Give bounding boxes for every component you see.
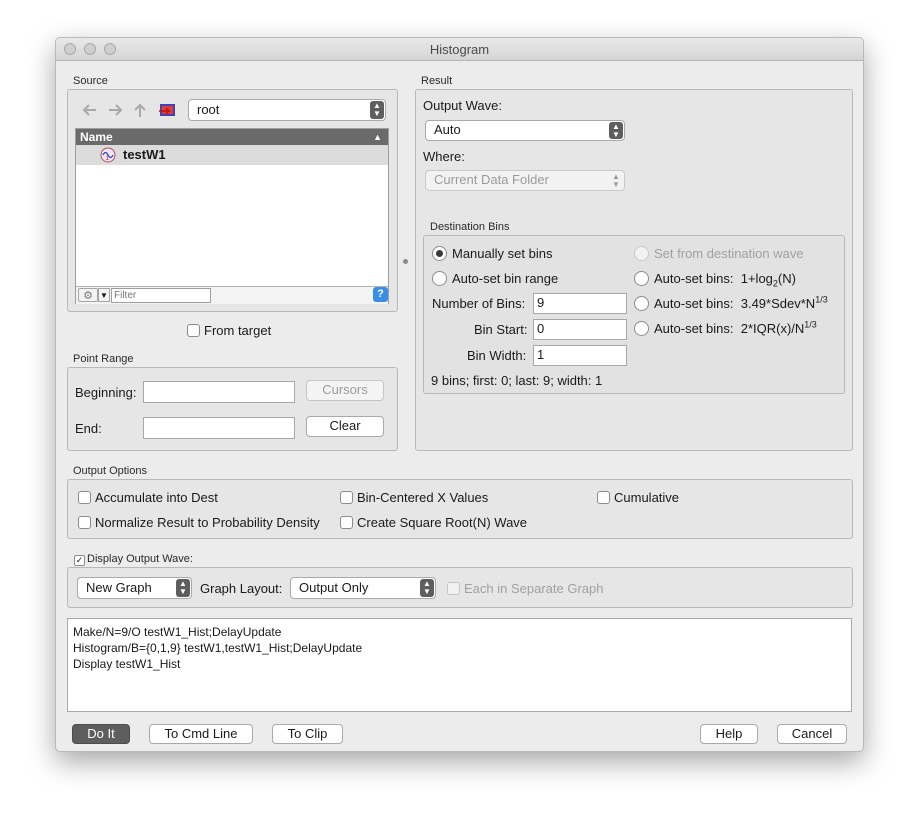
up-arrow-icon[interactable] (132, 101, 148, 119)
accumulate-label: Accumulate into Dest (95, 490, 218, 505)
auto-bins-iqr-radio[interactable] (634, 321, 649, 336)
cursors-button[interactable]: Cursors (306, 380, 384, 401)
where-value: Current Data Folder (434, 172, 549, 187)
gear-icon[interactable]: ⚙ (78, 288, 98, 302)
end-field[interactable] (143, 417, 295, 439)
command-line: Make/N=9/O testW1_Hist;DelayUpdate (73, 625, 282, 639)
manual-bins-label: Manually set bins (452, 246, 553, 261)
auto-bins-log-label: Auto-set bins: 1+log2(N) (654, 271, 796, 289)
from-dest-label: Set from destination wave (654, 246, 804, 261)
auto-bins-sdev-label: Auto-set bins: 3.49*Sdev*N1/3 (654, 294, 828, 311)
cancel-button[interactable]: Cancel (777, 724, 847, 744)
to-clip-button[interactable]: To Clip (272, 724, 343, 744)
output-options-label: Output Options (73, 465, 147, 477)
manual-bins-radio[interactable] (432, 246, 447, 261)
cumulative-label: Cumulative (614, 490, 680, 505)
auto-range-radio[interactable] (432, 271, 447, 286)
popup-stepper-icon: ▲ ▼ (609, 122, 623, 139)
output-wave-value: Auto (434, 122, 461, 137)
auto-bins-sdev-radio[interactable] (634, 296, 649, 311)
popup-stepper-icon: ▲ ▼ (370, 101, 384, 119)
bins-summary: 9 bins; first: 0; last: 9; width: 1 (431, 373, 603, 388)
graph-layout-value: Output Only (299, 580, 369, 595)
splitter-handle[interactable] (403, 259, 408, 264)
list-item-name: testW1 (123, 147, 166, 162)
folder-popup[interactable]: root ▲ ▼ (188, 99, 386, 121)
list-item[interactable]: 1 testW1 (76, 145, 388, 165)
from-dest-radio[interactable] (634, 246, 649, 261)
window-title: Histogram (429, 42, 490, 57)
popup-stepper-icon: ▲ ▼ (612, 171, 620, 189)
graph-popup[interactable]: New Graph ▲ ▼ (77, 577, 192, 599)
command-line: Histogram/B={0,1,9} testW1,testW1_Hist;D… (73, 641, 363, 655)
back-arrow-icon[interactable] (80, 102, 100, 118)
popup-stepper-icon: ▲ ▼ (420, 579, 434, 597)
auto-bins-log-radio[interactable] (634, 271, 649, 286)
end-label: End: (75, 421, 102, 436)
forward-arrow-icon[interactable] (106, 102, 126, 118)
result-group: Output Wave: Auto ▲ ▼ Where: Current Data… (415, 89, 853, 451)
bin-centered-checkbox[interactable] (340, 491, 353, 504)
point-range-group-label: Point Range (73, 353, 134, 365)
display-output-group: New Graph ▲ ▼ Graph Layout: Output Only ▲… (67, 567, 853, 608)
separate-graph-checkbox[interactable] (447, 582, 460, 595)
to-cmd-line-button[interactable]: To Cmd Line (149, 724, 253, 744)
display-output-label: Display Output Wave: (87, 553, 193, 565)
graph-layout-popup[interactable]: Output Only ▲ ▼ (290, 577, 436, 599)
output-options-group: Accumulate into Dest Bin-Centered X Valu… (67, 479, 853, 539)
normalize-checkbox[interactable] (78, 516, 91, 529)
sort-up-icon: ▲ (373, 132, 382, 142)
command-text-area[interactable]: Make/N=9/O testW1_Hist;DelayUpdate Histo… (67, 618, 852, 712)
list-footer: ⚙ ▼ ? (76, 286, 388, 304)
destination-bins-group: Manually set bins Set from destination w… (423, 235, 845, 394)
source-group: root ▲▼ Name ▲ 1 testW1 ⚙ ▼ ? (67, 89, 398, 312)
num-bins-field[interactable]: 9 (533, 293, 627, 314)
display-output-checkbox[interactable]: ✓ (74, 555, 85, 566)
title-bar: Histogram (56, 38, 863, 61)
separate-graph-label: Each in Separate Graph (464, 581, 604, 596)
from-target-checkbox[interactable] (187, 324, 200, 337)
data-browser-icon[interactable] (159, 102, 177, 118)
beginning-field[interactable] (143, 381, 295, 403)
accumulate-checkbox[interactable] (78, 491, 91, 504)
help-icon[interactable]: ? (373, 287, 388, 302)
graph-value: New Graph (86, 580, 152, 595)
graph-layout-label: Graph Layout: (200, 581, 283, 596)
output-wave-popup[interactable]: Auto ▲ ▼ (425, 120, 625, 141)
auto-bins-iqr-label: Auto-set bins: 2*IQR(x)/N1/3 (654, 319, 817, 336)
folder-value: root (197, 102, 220, 117)
sqrt-wave-checkbox[interactable] (340, 516, 353, 529)
histogram-dialog: Histogram Source root ▲ ▼ Name ▲ 1 testW… (55, 37, 864, 752)
bin-start-field[interactable]: 0 (533, 319, 627, 340)
help-button[interactable]: Help (700, 724, 758, 744)
do-it-button[interactable]: Do It (72, 724, 130, 744)
from-target-label: From target (204, 323, 272, 338)
wave-list: Name ▲ 1 testW1 ⚙ ▼ ? (75, 128, 389, 304)
result-group-label: Result (421, 75, 453, 87)
bin-width-field[interactable]: 1 (533, 345, 627, 366)
where-popup[interactable]: Current Data Folder ▲ ▼ (425, 170, 625, 191)
destination-bins-label: Destination Bins (430, 221, 510, 233)
wave-icon: 1 (100, 147, 116, 163)
cumulative-checkbox[interactable] (597, 491, 610, 504)
num-bins-label: Number of Bins: (432, 296, 526, 311)
command-line: Display testW1_Hist (73, 657, 181, 671)
where-label: Where: (423, 149, 465, 164)
filter-input[interactable] (111, 288, 211, 303)
source-group-label: Source (73, 75, 108, 87)
normalize-label: Normalize Result to Probability Density (95, 515, 320, 530)
beginning-label: Beginning: (75, 385, 137, 400)
chevron-down-icon[interactable]: ▼ (98, 288, 110, 302)
bin-centered-label: Bin-Centered X Values (357, 490, 489, 505)
list-header-name: Name (80, 130, 113, 144)
list-header[interactable]: Name ▲ (76, 129, 388, 145)
sqrt-wave-label: Create Square Root(N) Wave (357, 515, 528, 530)
clear-button[interactable]: Clear (306, 416, 384, 437)
popup-stepper-icon: ▲ ▼ (176, 579, 190, 597)
point-range-group: Beginning: Cursors End: Clear (67, 367, 398, 451)
auto-range-label: Auto-set bin range (452, 271, 559, 286)
bin-width-label: Bin Width: (467, 348, 527, 363)
bin-start-label: Bin Start: (474, 322, 528, 337)
output-wave-label: Output Wave: (423, 98, 502, 113)
